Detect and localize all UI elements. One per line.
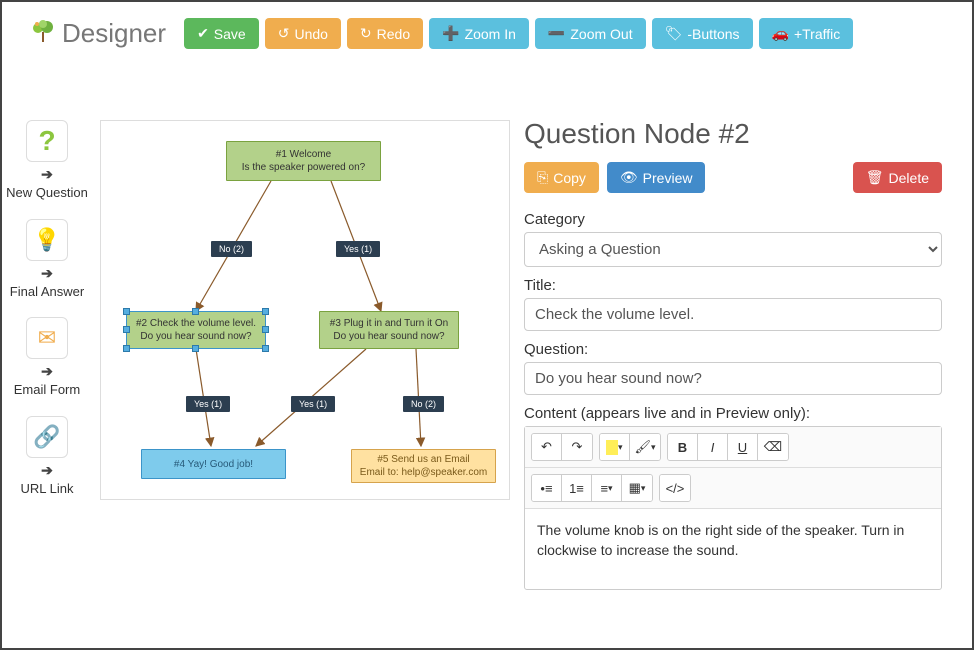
tag-icon: 🏷 bbox=[665, 25, 683, 42]
buttons-toggle[interactable]: 🏷-Buttons bbox=[652, 18, 753, 49]
editor-underline-button[interactable]: U bbox=[728, 434, 758, 460]
palette-final-answer[interactable]: 💡 ➔ Final Answer bbox=[10, 219, 84, 300]
arrow-right-icon: ➔ bbox=[41, 166, 53, 183]
italic-icon: I bbox=[711, 440, 715, 455]
redo-icon: ↻ bbox=[360, 25, 372, 42]
editor-bold-button[interactable]: B bbox=[668, 434, 698, 460]
content-textarea[interactable]: The volume knob is on the right side of … bbox=[525, 509, 941, 589]
editor-italic-button[interactable]: I bbox=[698, 434, 728, 460]
editor-erase-button[interactable]: ⌫ bbox=[758, 434, 788, 460]
arrow-right-icon: ➔ bbox=[41, 462, 53, 479]
numbered-list-icon: 1≡ bbox=[569, 481, 584, 496]
edge-label[interactable]: No (2) bbox=[403, 396, 444, 412]
flow-node-5[interactable]: #5 Send us an Email Email to: help@speak… bbox=[351, 449, 496, 483]
table-icon: ▦ bbox=[629, 480, 641, 496]
trash-icon: 🗑 bbox=[866, 169, 884, 186]
main-toolbar: Designer ✔Save ↺Undo ↻Redo ➕Zoom In ➖Zoo… bbox=[2, 2, 972, 57]
edge-label[interactable]: Yes (1) bbox=[186, 396, 230, 412]
content-editor: ↶ ↷ 🖌 B I U ⌫ •≡ bbox=[524, 426, 942, 590]
flowchart-canvas[interactable]: No (2) Yes (1) Yes (1) Yes (1) No (2) #1… bbox=[100, 120, 510, 500]
content-label: Content (appears live and in Preview onl… bbox=[524, 405, 942, 422]
underline-icon: U bbox=[738, 440, 747, 455]
arrow-right-icon: ➔ bbox=[41, 265, 53, 282]
editor-toolbar-row-2: •≡ 1≡ ≡ ▦ </> bbox=[525, 468, 941, 509]
category-label: Category bbox=[524, 211, 942, 228]
redo-icon: ↷ bbox=[572, 439, 583, 455]
eye-icon: 👁 bbox=[620, 169, 638, 186]
delete-button[interactable]: 🗑Delete bbox=[853, 162, 942, 193]
align-icon: ≡ bbox=[600, 481, 608, 496]
palette-email-form[interactable]: ✉ ➔ Email Form bbox=[14, 317, 80, 398]
flow-node-2[interactable]: #2 Check the volume level. Do you hear s… bbox=[126, 311, 266, 349]
app-logo: Designer bbox=[30, 18, 166, 49]
flow-node-4[interactable]: #4 Yay! Good job! bbox=[141, 449, 286, 479]
arrow-right-icon: ➔ bbox=[41, 363, 53, 380]
preview-button[interactable]: 👁Preview bbox=[607, 162, 706, 193]
car-icon: 🚗 bbox=[772, 25, 789, 42]
panel-title: Question Node #2 bbox=[524, 118, 942, 150]
editor-ul-button[interactable]: •≡ bbox=[532, 475, 562, 501]
editor-ol-button[interactable]: 1≡ bbox=[562, 475, 592, 501]
zoom-in-button[interactable]: ➕Zoom In bbox=[429, 18, 529, 49]
redo-button[interactable]: ↻Redo bbox=[347, 18, 423, 49]
edge-label[interactable]: Yes (1) bbox=[336, 241, 380, 257]
traffic-toggle[interactable]: 🚗+Traffic bbox=[759, 18, 854, 49]
flow-node-3[interactable]: #3 Plug it in and Turn it On Do you hear… bbox=[319, 311, 459, 349]
save-button[interactable]: ✔Save bbox=[184, 18, 259, 49]
bullet-list-icon: •≡ bbox=[540, 481, 552, 496]
category-select[interactable]: Asking a Question bbox=[524, 232, 942, 267]
palette-url-link[interactable]: 🔗 ➔ URL Link bbox=[21, 416, 74, 497]
app-title: Designer bbox=[62, 18, 166, 49]
title-label: Title: bbox=[524, 277, 942, 294]
check-icon: ✔ bbox=[197, 25, 209, 42]
bold-icon: B bbox=[678, 440, 687, 455]
editor-align-button[interactable]: ≡ bbox=[592, 475, 622, 501]
undo-button[interactable]: ↺Undo bbox=[265, 18, 341, 49]
edge-label[interactable]: Yes (1) bbox=[291, 396, 335, 412]
node-palette: ? ➔ New Question 💡 ➔ Final Answer ✉ ➔ Em… bbox=[2, 80, 92, 648]
flow-node-1[interactable]: #1 Welcome Is the speaker powered on? bbox=[226, 141, 381, 181]
editor-redo-button[interactable]: ↷ bbox=[562, 434, 592, 460]
highlight-icon bbox=[606, 440, 618, 455]
editor-brush-button[interactable]: 🖌 bbox=[630, 434, 660, 460]
link-icon: 🔗 bbox=[26, 416, 68, 458]
tree-icon bbox=[30, 18, 56, 49]
properties-panel: Question Node #2 ⎘Copy 👁Preview 🗑Delete … bbox=[512, 80, 972, 648]
zoom-out-button[interactable]: ➖Zoom Out bbox=[535, 18, 646, 49]
plus-circle-icon: ➕ bbox=[442, 25, 459, 42]
undo-icon: ↺ bbox=[278, 25, 290, 42]
lightbulb-icon: 💡 bbox=[26, 219, 68, 261]
editor-source-button[interactable]: </> bbox=[660, 475, 690, 501]
editor-table-button[interactable]: ▦ bbox=[622, 475, 652, 501]
question-input[interactable] bbox=[524, 362, 942, 395]
title-input[interactable] bbox=[524, 298, 942, 331]
palette-new-question[interactable]: ? ➔ New Question bbox=[6, 120, 88, 201]
editor-toolbar-row-1: ↶ ↷ 🖌 B I U ⌫ bbox=[525, 427, 941, 468]
editor-undo-button[interactable]: ↶ bbox=[532, 434, 562, 460]
editor-highlight-button[interactable] bbox=[600, 434, 630, 460]
envelope-icon: ✉ bbox=[26, 317, 68, 359]
copy-icon: ⎘ bbox=[537, 169, 548, 186]
copy-button[interactable]: ⎘Copy bbox=[524, 162, 599, 193]
code-icon: </> bbox=[666, 481, 685, 496]
question-icon: ? bbox=[26, 120, 68, 162]
question-label: Question: bbox=[524, 341, 942, 358]
brush-icon: 🖌 bbox=[634, 439, 651, 455]
undo-icon: ↶ bbox=[541, 439, 552, 455]
minus-circle-icon: ➖ bbox=[548, 25, 565, 42]
eraser-icon: ⌫ bbox=[764, 439, 782, 455]
edge-label[interactable]: No (2) bbox=[211, 241, 252, 257]
